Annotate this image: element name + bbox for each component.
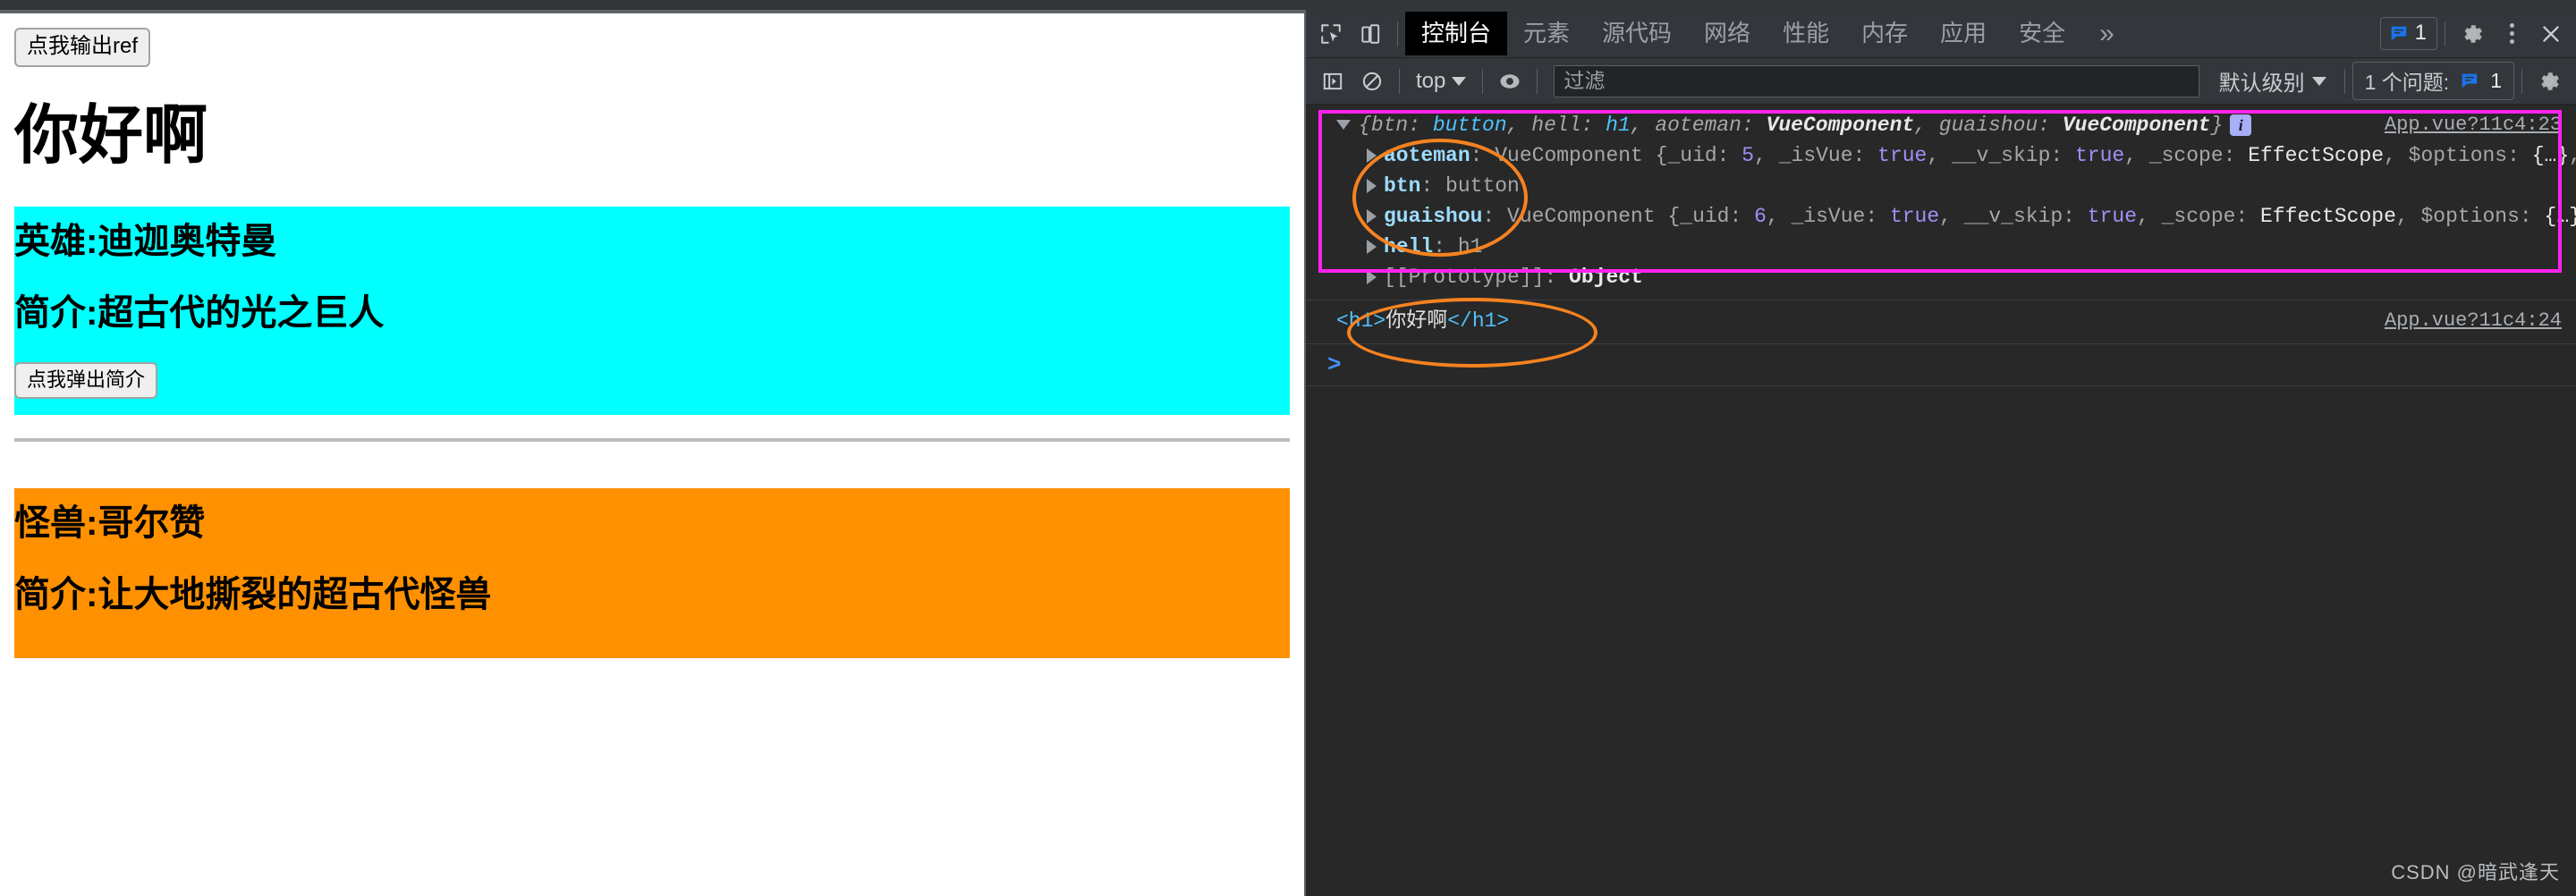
toolbar-separator-1 (1399, 68, 1400, 94)
console-prompt-row[interactable]: > (1306, 344, 2576, 387)
tab-memory[interactable]: 内存 (1845, 12, 1924, 55)
issues-counter-count: 1 (2490, 68, 2502, 92)
console-settings-gear-icon[interactable] (2529, 62, 2569, 101)
prototype-label: [[Prototype]] (1384, 266, 1545, 290)
object-property-prototype[interactable]: [[Prototype]]: Object (1306, 262, 2576, 292)
property-key-hell: hell (1384, 235, 1434, 259)
tab-application[interactable]: 应用 (1924, 12, 2003, 55)
devtools-menu-kebab-icon[interactable] (2492, 14, 2531, 54)
section-divider (14, 438, 1290, 443)
settings-gear-icon[interactable] (2453, 14, 2492, 54)
disclosure-triangle-icon-guaishou[interactable] (1367, 209, 1377, 224)
monster-card: 怪兽:哥尔赞 简介:让大地撕裂的超古代怪兽 (14, 488, 1290, 659)
object-property-aoteman[interactable]: aoteman: VueComponent {_uid: 5, _isVue: … (1306, 140, 2576, 171)
prototype-value: Object (1569, 266, 1643, 290)
disclosure-triangle-icon-hell[interactable] (1367, 240, 1377, 255)
disclosure-triangle-open-icon[interactable] (1336, 120, 1351, 131)
tab-sources[interactable]: 源代码 (1586, 12, 1688, 55)
object-brace-close: } (2210, 114, 2224, 137)
console-prompt-caret-icon: > (1327, 351, 1342, 379)
watermark: CSDN @暗武逢天 (2391, 861, 2560, 883)
toolbar-separator-2 (1482, 68, 1484, 94)
tab-console[interactable]: 控制台 (1405, 12, 1508, 55)
property-value-btn: button (1445, 174, 1520, 199)
console-toolbar: top 默认级别 1 个问题: (1306, 58, 2576, 105)
chevron-down-icon-level (2311, 76, 2326, 86)
html-open-tag: <h1> (1336, 309, 1386, 334)
close-devtools-icon[interactable] (2531, 14, 2571, 54)
property-value-hell: h1 (1457, 235, 1483, 259)
property-value-guaishou: VueComponent { (1507, 205, 1681, 229)
issues-badge-button[interactable]: 1 (2379, 17, 2437, 50)
live-expression-eye-icon[interactable] (1490, 62, 1530, 101)
inspect-element-icon[interactable] (1311, 14, 1351, 54)
property-key-btn: btn (1384, 174, 1421, 199)
log-source-link-2[interactable]: App.vue?11c4:24 (2385, 307, 2562, 336)
console-output: App.vue?11c4:23 {btn: button, hell: h1, … (1306, 105, 2576, 886)
browser-chrome-strip (0, 0, 2576, 10)
monster-name: 怪兽:哥尔赞 (14, 503, 206, 544)
hero-intro: 简介:超古代的光之巨人 (14, 292, 385, 333)
show-intro-button[interactable]: 点我弹出简介 (14, 361, 158, 400)
issues-counter-label: 1 个问题: (2364, 71, 2450, 94)
object-property-guaishou[interactable]: guaishou: VueComponent {_uid: 6, _isVue:… (1306, 201, 2576, 232)
chevron-down-icon (1452, 76, 1467, 86)
log-level-selector[interactable]: 默认级别 (2208, 65, 2337, 97)
rendered-webpage: 点我输出ref 你好啊 英雄:迪迦奥特曼 简介:超古代的光之巨人 点我弹出简介 … (0, 13, 1304, 896)
tab-performance[interactable]: 性能 (1767, 12, 1845, 55)
toolbar-separator-4 (2343, 68, 2345, 94)
tabbar-separator (1397, 21, 1398, 46)
issues-counter-button[interactable]: 1 个问题: 1 (2351, 62, 2514, 100)
tab-network[interactable]: 网络 (1688, 12, 1767, 55)
disclosure-triangle-icon-aoteman[interactable] (1367, 148, 1377, 163)
object-brace-open: { (1359, 114, 1371, 137)
execution-context-selector[interactable]: top (1407, 69, 1475, 94)
output-ref-button[interactable]: 点我输出ref (14, 28, 151, 67)
more-tabs-chevron-icon[interactable]: » (2081, 19, 2132, 49)
log-source-link-1[interactable]: App.vue?11c4:23 (2385, 111, 2562, 140)
message-icon (2391, 26, 2406, 41)
screenshot-root: 点我输出ref 你好啊 英雄:迪迦奥特曼 简介:超古代的光之巨人 点我弹出简介 … (0, 0, 2576, 896)
tab-elements[interactable]: 元素 (1507, 12, 1586, 55)
disclosure-triangle-icon-prototype[interactable] (1367, 270, 1377, 285)
toggle-device-toolbar-icon[interactable] (1351, 14, 1390, 54)
html-close-tag: </h1> (1447, 309, 1510, 334)
property-key-aoteman: aoteman (1384, 144, 1470, 168)
toolbar-separator-3 (1537, 68, 1538, 94)
disclosure-triangle-icon-btn[interactable] (1367, 178, 1377, 193)
log-level-label: 默认级别 (2218, 72, 2305, 96)
monster-intro: 简介:让大地撕裂的超古代怪兽 (14, 575, 492, 615)
devtools-panel: 控制台 元素 源代码 网络 性能 内存 应用 安全 » 1 top 过滤 默认级… (1304, 10, 2576, 896)
console-log-entry-element[interactable]: App.vue?11c4:24 <h1>你好啊</h1> (1306, 300, 2576, 345)
execution-context-label: top (1416, 68, 1446, 93)
hero-name: 英雄:迪迦奥特曼 (14, 221, 277, 261)
property-key-guaishou: guaishou (1384, 205, 1483, 229)
toolbar-separator-5 (2521, 68, 2522, 94)
devtools-tabbar: 控制台 元素 源代码 网络 性能 内存 应用 安全 » 1 (1306, 10, 2576, 58)
console-sidebar-toggle-icon[interactable] (1313, 62, 1352, 101)
tab-security[interactable]: 安全 (2003, 12, 2081, 55)
page-title: 你好啊 (14, 100, 208, 172)
console-filter-input[interactable] (1554, 64, 2199, 97)
object-property-hell[interactable]: hell: h1 (1306, 232, 2576, 262)
info-icon[interactable]: i (2230, 114, 2252, 136)
object-property-btn[interactable]: btn: button (1306, 171, 2576, 201)
console-log-entry-object[interactable]: App.vue?11c4:23 {btn: button, hell: h1, … (1306, 105, 2576, 301)
hero-card: 英雄:迪迦奥特曼 简介:超古代的光之巨人 点我弹出简介 (14, 206, 1290, 416)
html-text-node: 你好啊 (1385, 309, 1448, 334)
message-icon-2 (2462, 73, 2478, 89)
issues-badge-count: 1 (2414, 21, 2427, 45)
property-value-aoteman: VueComponent { (1495, 144, 1668, 168)
clear-console-icon[interactable] (1352, 62, 1392, 101)
